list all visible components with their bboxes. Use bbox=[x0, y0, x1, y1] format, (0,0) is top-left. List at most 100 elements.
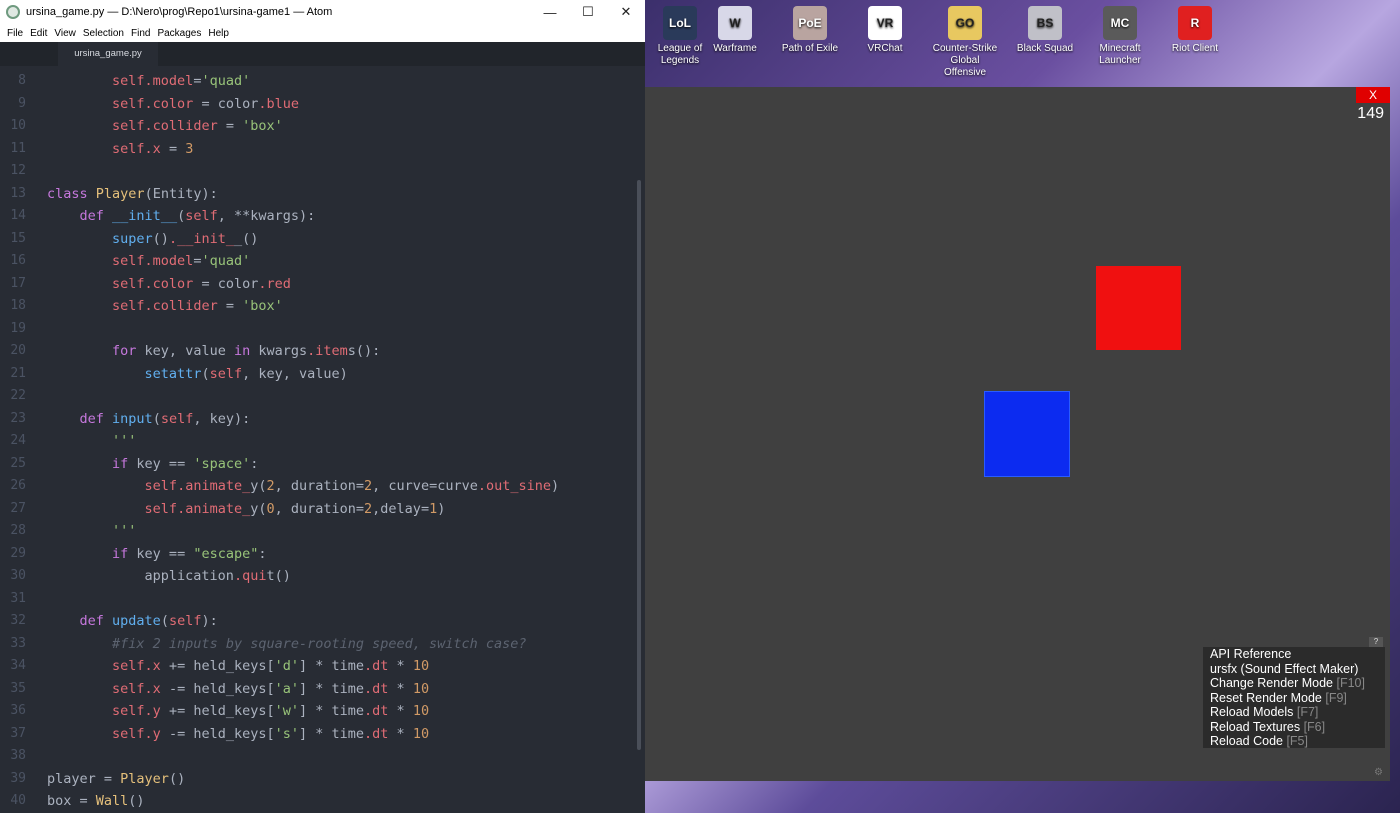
dev-menu-shortcut: [F5] bbox=[1286, 734, 1308, 748]
game-window[interactable]: X 149 ? API Reference ursfx (Sound Effect… bbox=[645, 87, 1390, 781]
shortcut-icon: LoL bbox=[663, 6, 697, 40]
code-line[interactable]: 23 def input(self, key): bbox=[0, 408, 645, 431]
line-number: 24 bbox=[10, 433, 26, 448]
desktop-shortcut[interactable]: W Warframe bbox=[700, 6, 770, 55]
code-line[interactable]: 14 def __init__(self, **kwargs): bbox=[0, 205, 645, 228]
tab-ursina-game-py[interactable]: ursina_game.py bbox=[58, 42, 158, 66]
line-number: 29 bbox=[10, 545, 26, 561]
code-line[interactable]: 11 self.x = 3 bbox=[0, 138, 645, 161]
code-text: application.quit() bbox=[47, 568, 291, 584]
line-number: 11 bbox=[10, 140, 26, 156]
code-text: self.x += held_keys['d'] * time.dt * 10 bbox=[112, 658, 430, 674]
code-line[interactable]: 9 self.color = color.blue bbox=[0, 93, 645, 116]
player-square bbox=[1096, 266, 1181, 350]
dev-menu-item[interactable]: Reset Render Mode [F9] bbox=[1203, 691, 1385, 706]
code-line[interactable]: 22 bbox=[0, 385, 645, 408]
dev-menu-label: Reload Models bbox=[1210, 705, 1297, 719]
menu-bar: File Edit View Selection Find Packages H… bbox=[0, 24, 645, 42]
code-line[interactable]: 34 self.x += held_keys['d'] * time.dt * … bbox=[0, 655, 645, 678]
line-number: 14 bbox=[10, 208, 26, 223]
dev-menu-item[interactable]: Reload Textures [F6] bbox=[1203, 720, 1385, 735]
code-line[interactable]: 40 box = Wall() bbox=[0, 790, 645, 813]
line-number: 10 bbox=[10, 118, 26, 133]
code-line[interactable]: 37 self.y -= held_keys['s'] * time.dt * … bbox=[0, 723, 645, 746]
code-line[interactable]: 10 self.collider = 'box' bbox=[0, 115, 645, 138]
code-line[interactable]: 12 bbox=[0, 160, 645, 183]
code-line[interactable]: 32 def update(self): bbox=[0, 610, 645, 633]
menu-file[interactable]: File bbox=[7, 28, 23, 39]
dev-menu-item[interactable]: Change Render Mode [F10] bbox=[1203, 676, 1385, 691]
line-number: 25 bbox=[10, 455, 26, 471]
desktop-shortcut[interactable]: MC Minecraft Launcher bbox=[1085, 6, 1155, 67]
code-line[interactable]: 13 class Player(Entity): bbox=[0, 183, 645, 206]
code-line[interactable]: 20 for key, value in kwargs.items(): bbox=[0, 340, 645, 363]
dev-menu-item[interactable]: Reload Code [F5] bbox=[1203, 734, 1385, 749]
code-line[interactable]: 30 application.quit() bbox=[0, 565, 645, 588]
dev-menu-item[interactable]: ursfx (Sound Effect Maker) bbox=[1203, 662, 1385, 677]
shortcut-label: Minecraft Launcher bbox=[1099, 43, 1141, 66]
dev-menu-item[interactable]: Reload Models [F7] bbox=[1203, 705, 1385, 720]
code-line[interactable]: 25 if key == 'space': bbox=[0, 453, 645, 476]
desktop-shortcut[interactable]: R Riot Client bbox=[1160, 6, 1230, 55]
code-line[interactable]: 28 ''' bbox=[0, 520, 645, 543]
minimize-button[interactable]: — bbox=[531, 5, 569, 20]
code-line[interactable]: 33 #fix 2 inputs by square-rooting speed… bbox=[0, 633, 645, 656]
code-line[interactable]: 31 bbox=[0, 588, 645, 611]
desktop-shortcut[interactable]: VR VRChat bbox=[850, 6, 920, 55]
code-line[interactable]: 35 self.x -= held_keys['a'] * time.dt * … bbox=[0, 678, 645, 701]
code-line[interactable]: 15 super().__init__() bbox=[0, 228, 645, 251]
desktop-shortcut[interactable]: GO Counter-Strike Global Offensive bbox=[930, 6, 1000, 79]
game-close-button[interactable]: X bbox=[1356, 87, 1390, 103]
code-text: self.color = color.blue bbox=[112, 95, 299, 112]
line-number: 15 bbox=[10, 230, 26, 246]
desktop-shortcut[interactable]: BS Black Squad bbox=[1010, 6, 1080, 55]
code-line[interactable]: 24 ''' bbox=[0, 430, 645, 453]
code-line[interactable]: 39 player = Player() bbox=[0, 768, 645, 791]
dev-menu-shortcut: [F6] bbox=[1303, 719, 1326, 734]
menu-edit[interactable]: Edit bbox=[30, 28, 47, 39]
code-line[interactable]: 19 bbox=[0, 318, 645, 341]
code-line[interactable]: 16 self.model='quad' bbox=[0, 250, 645, 273]
dev-menu-shortcut: [F10] bbox=[1336, 676, 1365, 690]
code-text: self.x = 3 bbox=[112, 140, 194, 157]
code-line[interactable]: 18 self.collider = 'box' bbox=[0, 295, 645, 318]
code-line[interactable]: 8 self.model='quad' bbox=[0, 70, 645, 93]
code-text: #fix 2 inputs by square-rooting speed, s… bbox=[112, 635, 527, 652]
window-title: ursina_game.py — D:\Nero\prog\Repo1\ursi… bbox=[26, 6, 333, 18]
atom-logo-icon bbox=[6, 5, 20, 19]
menu-help[interactable]: Help bbox=[208, 28, 229, 39]
code-line[interactable]: 17 self.color = color.red bbox=[0, 273, 645, 296]
code-line[interactable]: 29 if key == "escape": bbox=[0, 543, 645, 566]
menu-selection[interactable]: Selection bbox=[83, 28, 124, 39]
line-number: 36 bbox=[10, 703, 26, 718]
dev-menu-item[interactable]: API Reference bbox=[1203, 647, 1385, 662]
desktop-shortcut[interactable]: PoE Path of Exile bbox=[775, 6, 845, 55]
shortcut-icon: MC bbox=[1103, 6, 1137, 40]
maximize-button[interactable]: ☐ bbox=[569, 4, 607, 20]
code-line[interactable]: 26 self.animate_y(2, duration=2, curve=c… bbox=[0, 475, 645, 498]
code-line[interactable]: 36 self.y += held_keys['w'] * time.dt * … bbox=[0, 700, 645, 723]
line-number: 39 bbox=[10, 770, 26, 786]
line-number: 37 bbox=[10, 725, 26, 741]
line-number: 34 bbox=[10, 658, 26, 673]
code-text: setattr(self, key, value) bbox=[144, 365, 348, 382]
help-button[interactable]: ? bbox=[1369, 637, 1383, 647]
shortcut-icon: R bbox=[1178, 6, 1212, 40]
shortcut-icon: BS bbox=[1028, 6, 1062, 40]
fps-counter: 149 bbox=[1357, 105, 1384, 122]
gear-icon[interactable]: ⚙ bbox=[1374, 767, 1383, 778]
code-line[interactable]: 27 self.animate_y(0, duration=2,delay=1) bbox=[0, 498, 645, 521]
menu-find[interactable]: Find bbox=[131, 28, 150, 39]
line-number: 21 bbox=[10, 365, 26, 381]
code-editor[interactable]: 8 self.model='quad' 9 self.color = color.… bbox=[0, 66, 645, 813]
code-text: self.y += held_keys['w'] * time.dt * 10 bbox=[112, 703, 430, 719]
shortcut-icon: PoE bbox=[793, 6, 827, 40]
code-line[interactable]: 38 bbox=[0, 745, 645, 768]
editor-scrollbar[interactable] bbox=[637, 180, 641, 750]
close-window-button[interactable]: ✕ bbox=[607, 4, 645, 20]
dev-menu-shortcut: [F7] bbox=[1296, 705, 1319, 719]
menu-view[interactable]: View bbox=[54, 28, 76, 39]
code-line[interactable]: 21 setattr(self, key, value) bbox=[0, 363, 645, 386]
menu-packages[interactable]: Packages bbox=[157, 28, 201, 39]
shortcut-label: Path of Exile bbox=[781, 43, 839, 54]
